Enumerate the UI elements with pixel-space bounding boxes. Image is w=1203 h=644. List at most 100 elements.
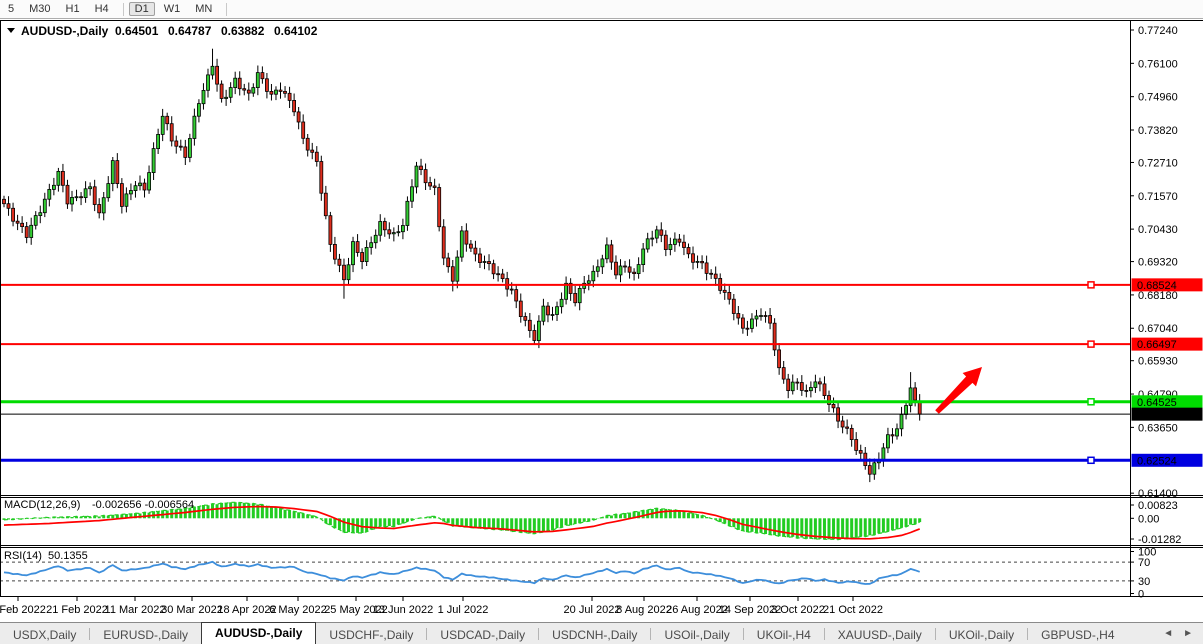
tab-scroll-right-icon[interactable]: ► xyxy=(1183,628,1193,639)
rsi-axis-label: 30 xyxy=(1138,576,1150,588)
candle-bear xyxy=(424,170,427,183)
candle-bull xyxy=(578,288,581,302)
date-tick-label: 3 Oct 2022 xyxy=(771,604,825,616)
candle-bull xyxy=(52,185,55,189)
title-open: 0.64501 xyxy=(115,24,159,38)
candle-bull xyxy=(755,316,758,319)
line-handle[interactable] xyxy=(1088,399,1094,405)
candle-bear xyxy=(247,90,250,93)
timeframe-toolbar: 5M30 H1H4 D1W1MN xyxy=(0,0,1203,19)
date-tick-label: 20 Jul 2022 xyxy=(564,604,621,616)
candle-bear xyxy=(796,382,799,383)
candle-bull xyxy=(542,306,545,321)
symbol-tab-USDCHF-Daily[interactable]: USDCHF-,Daily xyxy=(316,626,426,644)
dropdown-triangle-icon[interactable] xyxy=(7,28,15,33)
date-tick-label: 2 Feb 2022 xyxy=(0,604,46,616)
candle-bull xyxy=(152,149,155,173)
candle-bull xyxy=(814,382,817,388)
candle-bull xyxy=(379,222,382,236)
candle-bear xyxy=(714,274,717,278)
candle-bear xyxy=(361,253,364,262)
svg-text:AUDUSD-,Daily 0.64501: AUDUSD-,Daily 0.64501 0.64787 0.63882 0.… xyxy=(21,24,318,38)
horizontal-lines-layer xyxy=(0,282,1130,463)
trend-arrow-annotation[interactable] xyxy=(935,367,982,414)
candle-bull xyxy=(791,382,794,391)
candle-bear xyxy=(7,204,10,209)
line-handle[interactable] xyxy=(1088,282,1094,288)
candle-bear xyxy=(778,350,781,368)
candle-bull xyxy=(642,249,645,265)
candle-bear xyxy=(306,138,309,150)
date-tick-label: 1 Jul 2022 xyxy=(438,604,489,616)
candle-bear xyxy=(787,379,790,391)
candle-bull xyxy=(397,232,400,233)
candle-bull xyxy=(669,245,672,250)
symbol-tab-XAUUSD-Daily[interactable]: XAUUSD-,Daily xyxy=(825,626,935,644)
timeframe-button-H4[interactable]: H4 xyxy=(89,2,115,16)
candle-bull xyxy=(905,406,908,415)
candle-bear xyxy=(293,100,296,111)
candle-bull xyxy=(483,262,486,263)
candle-bull xyxy=(392,233,395,234)
candle-bull xyxy=(896,429,899,436)
candle-bull xyxy=(252,88,255,94)
timeframe-button-W1[interactable]: W1 xyxy=(158,2,187,16)
symbol-tab-USDX-Daily[interactable]: USDX,Daily xyxy=(0,626,89,644)
timeframe-button-5[interactable]: 5 xyxy=(2,2,20,16)
candle-bear xyxy=(515,290,518,301)
line-handle[interactable] xyxy=(1088,341,1094,347)
timeframe-button-H1[interactable]: H1 xyxy=(60,2,86,16)
title-high: 0.64787 xyxy=(168,24,212,38)
macd-label: MACD(12,26,9) -0.002656 -0.006564 xyxy=(4,499,194,511)
candle-bull xyxy=(188,139,191,158)
symbol-tab-GBPUSD-H4[interactable]: GBPUSD-,H4 xyxy=(1028,626,1127,644)
candle-bull xyxy=(30,225,33,237)
timeframe-button-D1[interactable]: D1 xyxy=(129,2,155,16)
timeframe-button-MN[interactable]: MN xyxy=(189,2,218,16)
candle-bear xyxy=(497,274,500,275)
price-label-text: 0.64525 xyxy=(1137,397,1177,409)
timeframe-button-M30[interactable]: M30 xyxy=(23,2,56,16)
price-label-text: 0.66497 xyxy=(1137,339,1177,351)
candle-bear xyxy=(243,89,246,90)
symbol-tab-USDCNH-Daily[interactable]: USDCNH-,Daily xyxy=(539,626,650,644)
candle-bull xyxy=(75,197,78,198)
candle-bear xyxy=(311,150,314,152)
candle-bull xyxy=(415,166,418,187)
candle-bear xyxy=(737,314,740,319)
candle-bear xyxy=(469,244,472,248)
symbol-tab-USOil-Daily[interactable]: USOil-,Daily xyxy=(651,626,742,644)
candle-bear xyxy=(93,187,96,205)
tab-scroll-left-icon[interactable]: ◄ xyxy=(1163,628,1173,639)
candle-bear xyxy=(479,254,482,263)
candle-bear xyxy=(524,317,527,321)
line-handle[interactable] xyxy=(1088,457,1094,463)
candle-bear xyxy=(329,216,332,245)
symbol-tab-USDCAD-Daily[interactable]: USDCAD-,Daily xyxy=(427,626,538,644)
candle-bear xyxy=(465,231,468,244)
candle-bear xyxy=(859,451,862,454)
candle-bear xyxy=(855,440,858,451)
price-axis: 0.772400.761000.749600.738200.727100.715… xyxy=(1130,25,1203,601)
symbol-tab-UKOil-H4[interactable]: UKOil-,H4 xyxy=(744,626,824,644)
candle-bull xyxy=(809,388,812,391)
candle-bear xyxy=(728,292,731,299)
candle-bear xyxy=(220,84,223,98)
date-tick-label: 30 Mar 2022 xyxy=(161,604,223,616)
candle-bull xyxy=(560,299,563,306)
date-axis: 2 Feb 202221 Feb 202211 Mar 202230 Mar 2… xyxy=(0,597,883,617)
date-tick-label: 21 Feb 2022 xyxy=(46,604,108,616)
symbol-tab-EURUSD-Daily[interactable]: EURUSD-,Daily xyxy=(90,626,201,644)
candle-bear xyxy=(764,316,767,317)
chart-area[interactable]: 0.772400.761000.749600.738200.727100.715… xyxy=(0,0,1203,644)
symbol-tab-AUDUSD-Daily[interactable]: AUDUSD-,Daily xyxy=(201,622,316,644)
candle-bull xyxy=(655,230,658,238)
candle-bear xyxy=(528,320,531,330)
symbol-tab-UKOil-Daily[interactable]: UKOil-,Daily xyxy=(936,626,1027,644)
candle-bear xyxy=(279,90,282,91)
candle-bull xyxy=(651,238,654,239)
candle-bull xyxy=(197,104,200,117)
price-tick-label: 0.76100 xyxy=(1138,58,1178,70)
candle-bull xyxy=(873,463,876,474)
candle-bear xyxy=(510,289,513,290)
